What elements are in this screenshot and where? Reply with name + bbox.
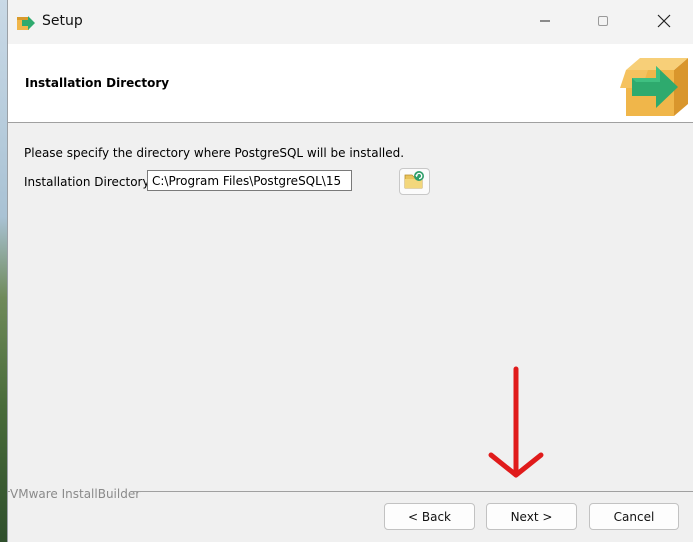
title-bar[interactable]: Setup	[8, 0, 693, 44]
installer-brand: VMware InstallBuilder	[10, 487, 141, 501]
folder-browse-icon	[404, 170, 426, 193]
minimize-button[interactable]	[516, 0, 574, 44]
next-button[interactable]: Next >	[486, 503, 577, 530]
wizard-header: Installation Directory	[8, 44, 693, 123]
minimize-icon	[539, 15, 551, 30]
footer-divider	[133, 491, 693, 492]
directory-input[interactable]	[147, 170, 352, 191]
setup-window: Setup Installation Directory Please spec…	[7, 0, 693, 542]
back-button[interactable]: < Back	[384, 503, 475, 530]
close-button[interactable]	[635, 0, 693, 44]
red-arrow-down-icon	[486, 365, 546, 480]
maximize-icon	[597, 15, 609, 30]
installer-box-arrow-icon	[618, 48, 690, 118]
close-icon	[657, 14, 671, 31]
maximize-button[interactable]	[574, 0, 632, 44]
intro-text: Please specify the directory where Postg…	[24, 146, 405, 160]
window-title: Setup	[42, 13, 83, 29]
browse-button[interactable]	[399, 168, 430, 195]
directory-label: Installation Directory	[24, 175, 150, 189]
page-title: Installation Directory	[25, 76, 170, 90]
app-icon	[16, 13, 36, 33]
cancel-button[interactable]: Cancel	[589, 503, 679, 530]
